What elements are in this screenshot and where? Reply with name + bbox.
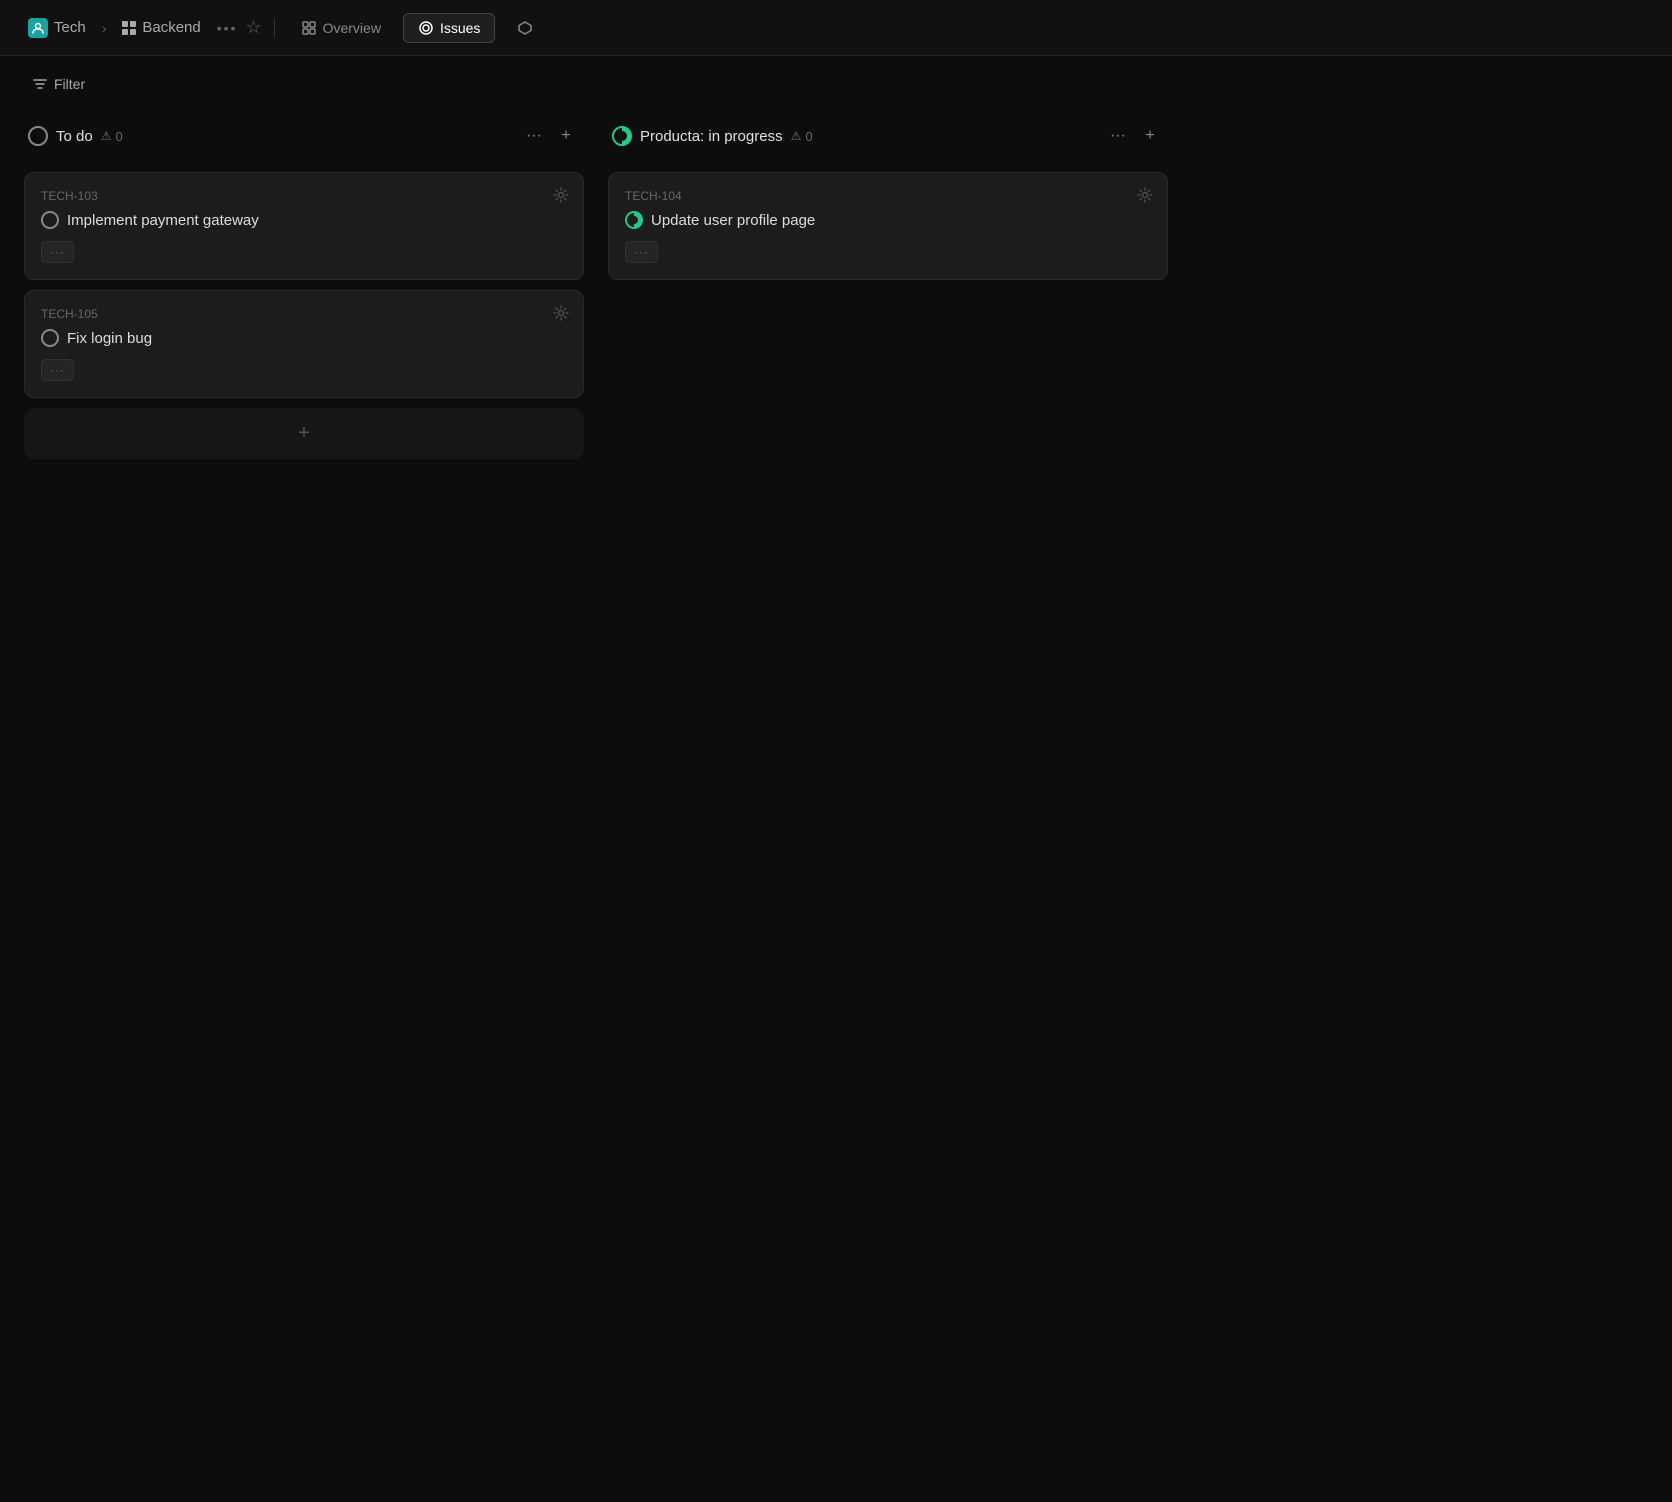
- tab-issues[interactable]: Issues: [403, 13, 495, 43]
- issue-gear-103[interactable]: [553, 187, 569, 207]
- nav-project[interactable]: Backend: [114, 15, 208, 40]
- team-icon: [28, 18, 48, 38]
- add-issue-button-todo[interactable]: +: [24, 408, 584, 459]
- issue-title-row-105: Fix login bug: [41, 329, 567, 347]
- tab-overview[interactable]: Overview: [287, 14, 395, 42]
- issue-status-icon-104: [625, 211, 643, 229]
- filter-label: Filter: [54, 76, 85, 92]
- issue-gear-105[interactable]: [553, 305, 569, 325]
- issue-footer-105: ···: [41, 359, 567, 381]
- column-todo: To do ⚠ 0 ··· + TECH-103 Implement payme…: [24, 112, 584, 459]
- project-label: Backend: [142, 19, 200, 36]
- issue-meta-btn-103[interactable]: ···: [41, 241, 74, 263]
- overview-icon: [301, 20, 317, 36]
- filter-bar: Filter: [0, 56, 1672, 112]
- issue-footer-103: ···: [41, 241, 567, 263]
- progress-warning-count: 0: [805, 129, 812, 144]
- issue-status-icon-105: [41, 329, 59, 347]
- issue-card-tech-103[interactable]: TECH-103 Implement payment gateway ···: [24, 172, 584, 280]
- column-title-todo: To do: [56, 128, 93, 145]
- nav-team[interactable]: Tech: [20, 14, 94, 42]
- filter-button[interactable]: Filter: [24, 72, 93, 96]
- issue-footer-104: ···: [625, 241, 1151, 263]
- issue-meta-btn-104[interactable]: ···: [625, 241, 658, 263]
- issue-id-104: TECH-104: [625, 189, 1151, 203]
- issues-icon: [418, 20, 434, 36]
- nav-star-btn[interactable]: ☆: [245, 17, 261, 38]
- progress-column-actions: ··· +: [1104, 122, 1164, 150]
- nav-divider: [274, 18, 275, 38]
- progress-more-btn[interactable]: ···: [1104, 122, 1132, 150]
- column-in-progress: Producta: in progress ⚠ 0 ··· + TECH-104…: [608, 112, 1168, 290]
- column-header-progress: Producta: in progress ⚠ 0 ··· +: [608, 112, 1168, 160]
- tab-deploy[interactable]: [503, 14, 547, 42]
- tab-issues-label: Issues: [440, 20, 480, 36]
- column-title-progress: Producta: in progress: [640, 128, 783, 145]
- todo-status-icon: [28, 126, 48, 146]
- todo-warning-count: 0: [115, 129, 122, 144]
- todo-warning: ⚠ 0: [101, 129, 123, 144]
- issue-meta-btn-105[interactable]: ···: [41, 359, 74, 381]
- todo-column-actions: ··· +: [520, 122, 580, 150]
- issue-title-105: Fix login bug: [67, 330, 152, 347]
- todo-more-btn[interactable]: ···: [520, 122, 548, 150]
- board: To do ⚠ 0 ··· + TECH-103 Implement payme…: [0, 112, 1672, 459]
- top-nav: Tech › Backend ••• ☆ Overview Issues: [0, 0, 1672, 56]
- issue-title-103: Implement payment gateway: [67, 212, 259, 229]
- issue-title-row-103: Implement payment gateway: [41, 211, 567, 229]
- warning-icon-progress: ⚠: [791, 129, 802, 143]
- warning-icon: ⚠: [101, 129, 112, 143]
- issue-title-104: Update user profile page: [651, 212, 815, 229]
- tab-overview-label: Overview: [323, 20, 381, 36]
- deploy-icon: [517, 20, 533, 36]
- issue-id-103: TECH-103: [41, 189, 567, 203]
- issue-card-tech-105[interactable]: TECH-105 Fix login bug ···: [24, 290, 584, 398]
- issue-title-row-104: Update user profile page: [625, 211, 1151, 229]
- issue-card-tech-104[interactable]: TECH-104 Update user profile page ···: [608, 172, 1168, 280]
- issue-status-icon-103: [41, 211, 59, 229]
- team-label: Tech: [54, 19, 86, 36]
- nav-separator-1: ›: [102, 20, 107, 36]
- issue-gear-104[interactable]: [1137, 187, 1153, 207]
- todo-add-btn[interactable]: +: [552, 122, 580, 150]
- grid-icon: [122, 21, 136, 35]
- progress-warning: ⚠ 0: [791, 129, 813, 144]
- add-icon-todo: +: [298, 422, 310, 445]
- column-header-todo: To do ⚠ 0 ··· +: [24, 112, 584, 160]
- issue-id-105: TECH-105: [41, 307, 567, 321]
- progress-add-btn[interactable]: +: [1136, 122, 1164, 150]
- progress-status-icon: [612, 126, 632, 146]
- nav-more-btn[interactable]: •••: [217, 20, 238, 36]
- filter-icon: [32, 76, 48, 92]
